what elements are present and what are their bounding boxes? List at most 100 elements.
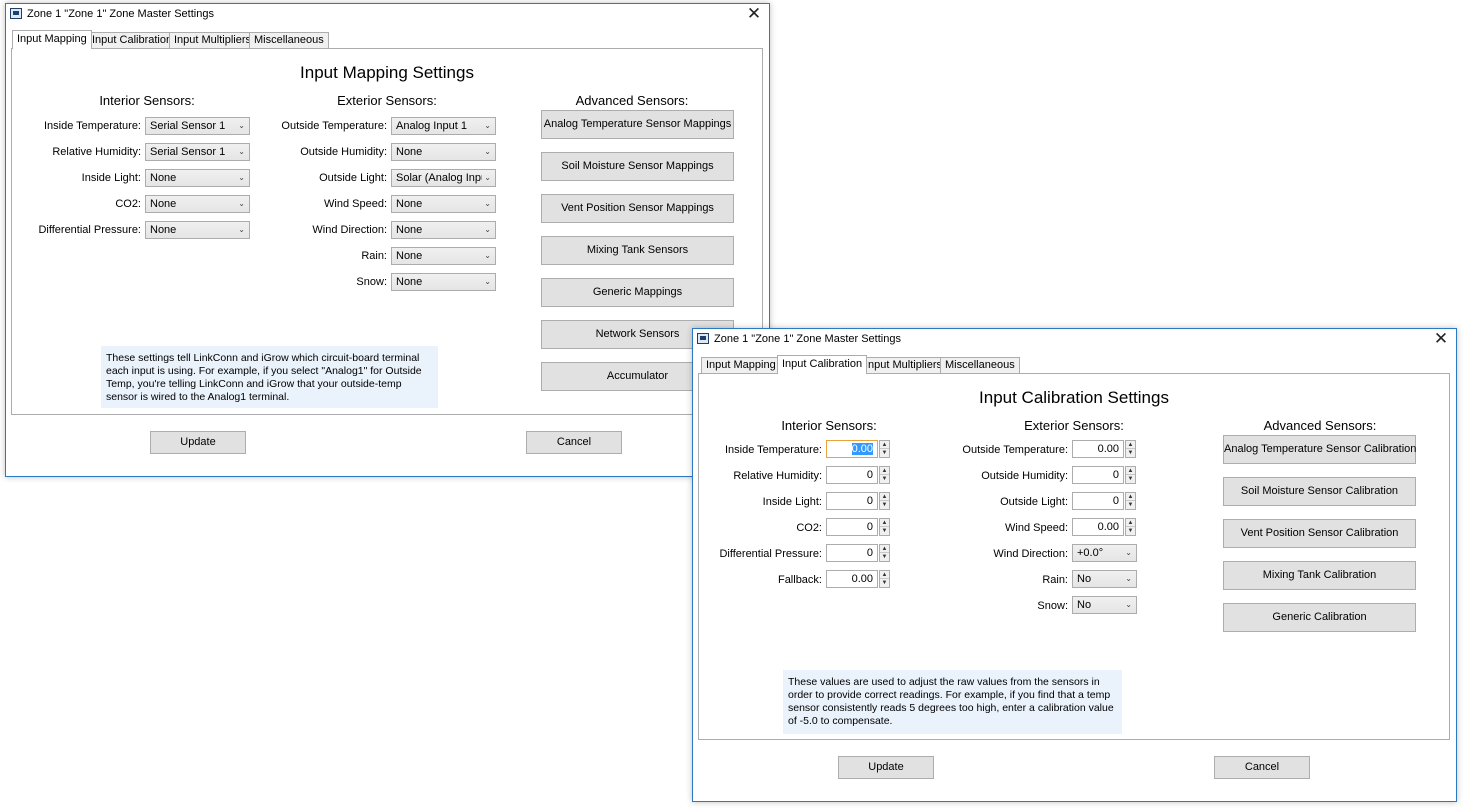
inside-light-select[interactable]: None ⌄ — [145, 169, 250, 187]
outside-light-spinner[interactable]: 0 ▲ ▼ — [1072, 492, 1136, 510]
select-value: Solar (Analog Input — [396, 172, 491, 184]
outside-humidity-select[interactable]: None ⌄ — [391, 143, 496, 161]
outside-temperature-spinner[interactable]: 0.00 ▲ ▼ — [1072, 440, 1136, 458]
spinner-value-box[interactable]: 0.00 — [826, 570, 878, 588]
mixing-tank-calibration-button[interactable]: Mixing Tank Calibration — [1223, 561, 1416, 590]
decrement-icon[interactable]: ▼ — [1126, 527, 1135, 535]
relative-humidity-spinner[interactable]: 0 ▲ ▼ — [826, 466, 890, 484]
tab-input-mapping[interactable]: Input Mapping — [701, 357, 781, 373]
spinner-arrows[interactable]: ▲ ▼ — [879, 440, 890, 458]
tab-input-calibration[interactable]: Input Calibration — [87, 32, 178, 48]
tab-miscellaneous[interactable]: Miscellaneous — [249, 32, 329, 48]
differential-pressure-select[interactable]: None ⌄ — [145, 221, 250, 239]
snow-select[interactable]: No ⌄ — [1072, 596, 1137, 614]
decrement-icon[interactable]: ▼ — [1126, 501, 1135, 509]
spinner-arrows[interactable]: ▲ ▼ — [879, 492, 890, 510]
spinner-arrows[interactable]: ▲ ▼ — [879, 518, 890, 536]
analog-temperature-sensor-calibration-button[interactable]: Analog Temperature Sensor Calibration — [1223, 435, 1416, 464]
spinner-value: 0 — [866, 521, 873, 533]
snow-select[interactable]: None ⌄ — [391, 273, 496, 291]
title-bar[interactable]: Zone 1 "Zone 1" Zone Master Settings ✕ — [6, 4, 769, 24]
spinner-value-box[interactable]: 0 — [1072, 466, 1124, 484]
inside-temperature-spinner[interactable]: 0.00 ▲ ▼ — [826, 440, 890, 458]
wind-speed-select[interactable]: None ⌄ — [391, 195, 496, 213]
decrement-icon[interactable]: ▼ — [880, 449, 889, 457]
update-button[interactable]: Update — [838, 756, 934, 779]
outside-humidity-spinner[interactable]: 0 ▲ ▼ — [1072, 466, 1136, 484]
rain-select[interactable]: None ⌄ — [391, 247, 496, 265]
title-bar[interactable]: Zone 1 "Zone 1" Zone Master Settings ✕ — [693, 329, 1456, 349]
mixing-tank-sensors-button[interactable]: Mixing Tank Sensors — [541, 236, 734, 265]
decrement-icon[interactable]: ▼ — [880, 579, 889, 587]
increment-icon[interactable]: ▲ — [880, 571, 889, 579]
rain-label: Rain: — [361, 250, 387, 262]
spinner-arrows[interactable]: ▲ ▼ — [879, 544, 890, 562]
spinner-value-box[interactable]: 0 — [826, 466, 878, 484]
spinner-arrows[interactable]: ▲ ▼ — [1125, 440, 1136, 458]
co2-spinner[interactable]: 0 ▲ ▼ — [826, 518, 890, 536]
outside-temperature-select[interactable]: Analog Input 1 ⌄ — [391, 117, 496, 135]
spinner-value-box[interactable]: 0 — [826, 544, 878, 562]
wind-direction-select[interactable]: None ⌄ — [391, 221, 496, 239]
cancel-button[interactable]: Cancel — [1214, 756, 1310, 779]
increment-icon[interactable]: ▲ — [880, 545, 889, 553]
fallback-spinner[interactable]: 0.00 ▲ ▼ — [826, 570, 890, 588]
spinner-value: 0 — [1112, 469, 1119, 481]
window-title: Zone 1 "Zone 1" Zone Master Settings — [714, 333, 901, 345]
spinner-value-box[interactable]: 0 — [1072, 492, 1124, 510]
inside-temperature-select[interactable]: Serial Sensor 1 ⌄ — [145, 117, 250, 135]
vent-position-sensor-calibration-button[interactable]: Vent Position Sensor Calibration — [1223, 519, 1416, 548]
increment-icon[interactable]: ▲ — [880, 467, 889, 475]
decrement-icon[interactable]: ▼ — [880, 501, 889, 509]
inside-light-spinner[interactable]: 0 ▲ ▼ — [826, 492, 890, 510]
decrement-icon[interactable]: ▼ — [1126, 449, 1135, 457]
inside-light-label: Inside Light: — [762, 496, 822, 508]
help-text: These values are used to adjust the raw … — [783, 670, 1122, 734]
wind-direction-select[interactable]: +0.0° ⌄ — [1072, 544, 1137, 562]
spinner-value-box[interactable]: 0.00 — [1072, 518, 1124, 536]
tab-miscellaneous[interactable]: Miscellaneous — [940, 357, 1020, 373]
rain-select[interactable]: No ⌄ — [1072, 570, 1137, 588]
increment-icon[interactable]: ▲ — [1126, 467, 1135, 475]
decrement-icon[interactable]: ▼ — [880, 527, 889, 535]
spinner-arrows[interactable]: ▲ ▼ — [1125, 518, 1136, 536]
increment-icon[interactable]: ▲ — [1126, 441, 1135, 449]
increment-icon[interactable]: ▲ — [880, 441, 889, 449]
tab-input-calibration[interactable]: Input Calibration — [777, 355, 868, 374]
wind-speed-spinner[interactable]: 0.00 ▲ ▼ — [1072, 518, 1136, 536]
decrement-icon[interactable]: ▼ — [880, 553, 889, 561]
spinner-value-box[interactable]: 0 — [826, 492, 878, 510]
soil-moisture-sensor-calibration-button[interactable]: Soil Moisture Sensor Calibration — [1223, 477, 1416, 506]
update-button[interactable]: Update — [150, 431, 246, 454]
spinner-arrows[interactable]: ▲ ▼ — [1125, 492, 1136, 510]
close-button[interactable]: ✕ — [745, 5, 763, 23]
relative-humidity-select[interactable]: Serial Sensor 1 ⌄ — [145, 143, 250, 161]
soil-moisture-sensor-mappings-button[interactable]: Soil Moisture Sensor Mappings — [541, 152, 734, 181]
tab-input-multipliers[interactable]: Input Multipliers — [169, 32, 257, 48]
tab-input-multipliers[interactable]: Input Multipliers — [860, 357, 948, 373]
spinner-value: 0.00 — [1097, 521, 1119, 533]
chevron-down-icon: ⌄ — [482, 144, 491, 160]
spinner-arrows[interactable]: ▲ ▼ — [1125, 466, 1136, 484]
differential-pressure-spinner[interactable]: 0 ▲ ▼ — [826, 544, 890, 562]
increment-icon[interactable]: ▲ — [1126, 519, 1135, 527]
increment-icon[interactable]: ▲ — [880, 493, 889, 501]
decrement-icon[interactable]: ▼ — [880, 475, 889, 483]
spinner-value-box[interactable]: 0.00 — [826, 440, 878, 458]
outside-light-select[interactable]: Solar (Analog Input ⌄ — [391, 169, 496, 187]
cancel-button[interactable]: Cancel — [526, 431, 622, 454]
spinner-arrows[interactable]: ▲ ▼ — [879, 570, 890, 588]
generic-mappings-button[interactable]: Generic Mappings — [541, 278, 734, 307]
tab-input-mapping[interactable]: Input Mapping — [12, 30, 92, 49]
co2-select[interactable]: None ⌄ — [145, 195, 250, 213]
decrement-icon[interactable]: ▼ — [1126, 475, 1135, 483]
close-button[interactable]: ✕ — [1432, 330, 1450, 348]
vent-position-sensor-mappings-button[interactable]: Vent Position Sensor Mappings — [541, 194, 734, 223]
analog-temperature-sensor-mappings-button[interactable]: Analog Temperature Sensor Mappings — [541, 110, 734, 139]
spinner-arrows[interactable]: ▲ ▼ — [879, 466, 890, 484]
spinner-value-box[interactable]: 0 — [826, 518, 878, 536]
increment-icon[interactable]: ▲ — [1126, 493, 1135, 501]
increment-icon[interactable]: ▲ — [880, 519, 889, 527]
spinner-value-box[interactable]: 0.00 — [1072, 440, 1124, 458]
generic-calibration-button[interactable]: Generic Calibration — [1223, 603, 1416, 632]
